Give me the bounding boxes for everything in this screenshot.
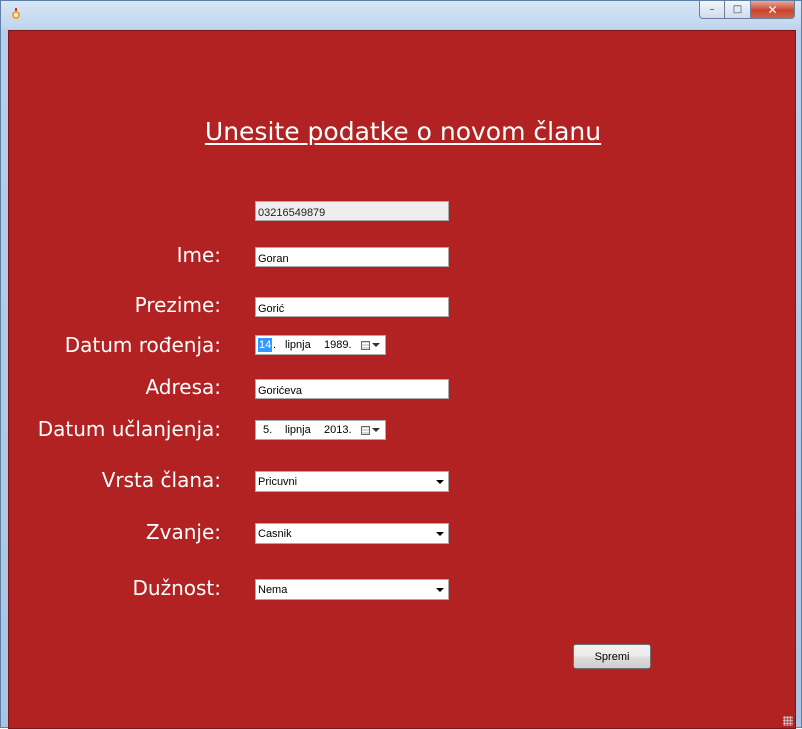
datum-rodenja-day-dot: . xyxy=(273,339,277,351)
member-form: Unesite podatke o novom članu Ime: Prezi… xyxy=(8,30,796,729)
vrsta-clana-select[interactable]: Pricuvni xyxy=(255,471,449,492)
chevron-down-icon[interactable] xyxy=(436,480,444,484)
datum-uclanjenja-year[interactable]: 2013. xyxy=(324,423,352,437)
form-heading: Unesite podatke o novom članu xyxy=(204,117,602,146)
prezime-field[interactable] xyxy=(255,297,449,317)
vrsta-clana-value: Pricuvni xyxy=(258,476,298,488)
datum-rodenja-picker[interactable]: 14 . lipnja 1989. xyxy=(255,335,386,355)
zvanje-label: Zvanje: xyxy=(145,520,221,544)
datum-uclanjenja-label: Datum učlanjenja: xyxy=(37,417,221,441)
datum-rodenja-month[interactable]: lipnja xyxy=(285,338,311,352)
calendar-icon xyxy=(360,425,370,435)
datum-uclanjenja-calendar-button[interactable] xyxy=(357,423,383,437)
title-bar[interactable]: – □ ✕ xyxy=(1,1,801,29)
datum-rodenja-label: Datum rođenja: xyxy=(64,333,221,357)
datum-uclanjenja-month[interactable]: lipnja xyxy=(285,423,311,437)
chevron-down-icon xyxy=(371,428,380,432)
datum-rodenja-day[interactable]: 14 xyxy=(258,338,273,352)
save-button[interactable]: Spremi xyxy=(573,644,651,669)
app-icon xyxy=(12,8,20,19)
adresa-label: Adresa: xyxy=(145,375,221,399)
datum-rodenja-calendar-button[interactable] xyxy=(357,338,383,352)
datum-uclanjenja-picker[interactable]: 5. lipnja 2013. xyxy=(255,420,386,440)
close-button[interactable]: ✕ xyxy=(751,1,795,19)
datum-rodenja-year[interactable]: 1989. xyxy=(324,338,352,352)
chevron-down-icon xyxy=(371,343,380,347)
minimize-button[interactable]: – xyxy=(699,1,725,19)
maximize-button[interactable]: □ xyxy=(725,1,751,19)
duznost-select[interactable]: Nema xyxy=(255,579,449,600)
vrsta-clana-label: Vrsta člana: xyxy=(101,468,221,492)
resize-grip-icon[interactable] xyxy=(783,716,793,726)
ime-field[interactable] xyxy=(255,247,449,267)
chevron-down-icon[interactable] xyxy=(436,588,444,592)
prezime-label: Prezime: xyxy=(134,293,221,317)
duznost-label: Dužnost: xyxy=(132,576,222,600)
calendar-icon xyxy=(360,340,370,350)
id-field[interactable] xyxy=(255,201,449,221)
zvanje-value: Casnik xyxy=(258,528,292,540)
ime-label: Ime: xyxy=(176,243,221,267)
duznost-value: Nema xyxy=(258,584,288,596)
app-window: – □ ✕ Unesite podatke o novom članu Ime:… xyxy=(0,0,802,729)
datum-uclanjenja-day[interactable]: 5. xyxy=(262,423,273,437)
zvanje-select[interactable]: Casnik xyxy=(255,523,449,544)
window-controls: – □ ✕ xyxy=(699,1,795,21)
adresa-field[interactable] xyxy=(255,379,449,399)
chevron-down-icon[interactable] xyxy=(436,532,444,536)
